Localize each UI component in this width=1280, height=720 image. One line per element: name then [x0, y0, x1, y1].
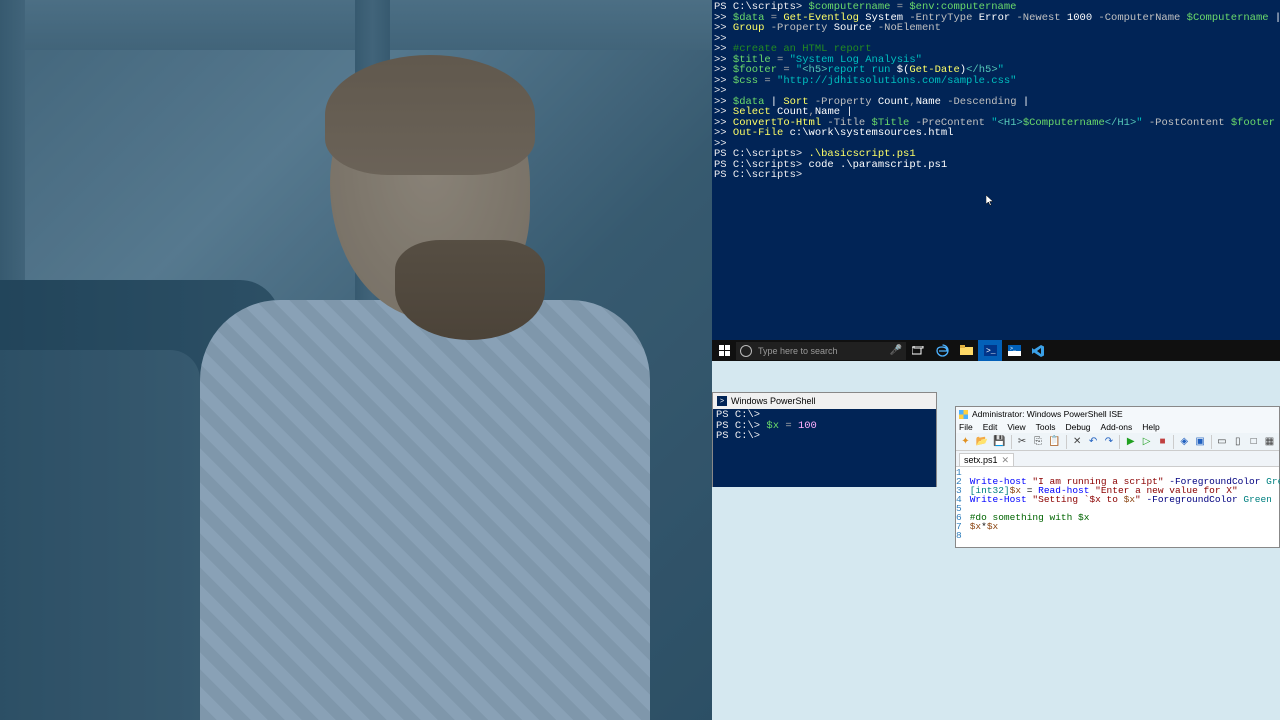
- new-icon[interactable]: ✦: [959, 434, 972, 449]
- ise-icon[interactable]: >_: [1002, 340, 1026, 361]
- editor-tab[interactable]: setx.ps1 ✕: [959, 453, 1014, 466]
- remote-icon[interactable]: ◈: [1178, 434, 1191, 449]
- window-title: Windows PowerShell: [731, 396, 816, 406]
- mic-icon[interactable]: 🎤: [890, 345, 902, 357]
- powershell-body[interactable]: PS C:\> PS C:\> $x = 100PS C:\>: [713, 409, 936, 487]
- code-area[interactable]: Write-host "I am running a script" -Fore…: [966, 467, 1280, 547]
- line-gutter: 12345678: [956, 467, 966, 547]
- run-selection-icon[interactable]: ▷: [1140, 434, 1153, 449]
- window-title: Administrator: Windows PowerShell ISE: [972, 409, 1123, 419]
- clear-icon[interactable]: ✕: [1071, 434, 1084, 449]
- svg-text:>_: >_: [1010, 346, 1017, 352]
- powershell-icon: >: [717, 396, 727, 406]
- copy-icon[interactable]: ⎘: [1032, 434, 1045, 449]
- toolbar: ✦ 📂 💾 ✂ ⎘ 📋 ✕ ↶ ↷ ▶ ▷ ■ ◈ ▣ ▭ ▯ □ ▦: [956, 433, 1279, 451]
- undo-icon[interactable]: ↶: [1087, 434, 1100, 449]
- open-icon[interactable]: 📂: [975, 434, 989, 449]
- tab-label: setx.ps1: [964, 455, 998, 465]
- stop-icon[interactable]: ■: [1156, 434, 1169, 449]
- editor-tabs: setx.ps1 ✕: [956, 451, 1279, 467]
- file-explorer-icon[interactable]: [954, 340, 978, 361]
- layout2-icon[interactable]: ▯: [1231, 434, 1244, 449]
- powershell-icon[interactable]: >_: [978, 340, 1002, 361]
- vscode-icon[interactable]: [1026, 340, 1050, 361]
- taskbar-search[interactable]: Type here to search 🎤: [736, 342, 906, 360]
- presenter-photo: [0, 0, 712, 720]
- search-icon: [740, 345, 752, 357]
- window-titlebar[interactable]: Administrator: Windows PowerShell ISE: [956, 407, 1279, 421]
- layout-icon[interactable]: ▭: [1215, 434, 1228, 449]
- powershell-console[interactable]: PS C:\scripts> $computername = $env:comp…: [712, 0, 1280, 340]
- close-icon[interactable]: ✕: [1002, 455, 1010, 466]
- editor[interactable]: 12345678 Write-host "I am running a scri…: [956, 467, 1279, 547]
- taskbar: Type here to search 🎤 >_ >_: [712, 340, 1280, 361]
- menu-item[interactable]: Add-ons: [1101, 422, 1133, 432]
- menu-item[interactable]: Debug: [1065, 422, 1090, 432]
- ise-window[interactable]: Administrator: Windows PowerShell ISE Fi…: [955, 406, 1280, 548]
- menu-item[interactable]: Edit: [983, 422, 998, 432]
- menu-bar[interactable]: File Edit View Tools Debug Add-ons Help: [956, 421, 1279, 433]
- run-icon[interactable]: ▶: [1124, 434, 1137, 449]
- shell-icon[interactable]: ▣: [1194, 434, 1207, 449]
- redo-icon[interactable]: ↷: [1103, 434, 1116, 449]
- menu-item[interactable]: File: [959, 422, 973, 432]
- task-view-icon[interactable]: [906, 340, 930, 361]
- shield-icon: [959, 410, 968, 419]
- window-titlebar[interactable]: > Windows PowerShell: [713, 393, 936, 409]
- edge-icon[interactable]: [930, 340, 954, 361]
- cmd-pane-icon[interactable]: ▦: [1263, 434, 1276, 449]
- menu-item[interactable]: View: [1007, 422, 1025, 432]
- save-icon[interactable]: 💾: [992, 434, 1006, 449]
- search-placeholder: Type here to search: [758, 346, 838, 356]
- cut-icon[interactable]: ✂: [1016, 434, 1029, 449]
- layout3-icon[interactable]: □: [1247, 434, 1260, 449]
- start-button[interactable]: [712, 340, 736, 361]
- menu-item[interactable]: Tools: [1036, 422, 1056, 432]
- powershell-window-small[interactable]: > Windows PowerShell PS C:\> PS C:\> $x …: [712, 392, 937, 487]
- menu-item[interactable]: Help: [1142, 422, 1159, 432]
- paste-icon[interactable]: 📋: [1047, 434, 1061, 449]
- svg-text:>_: >_: [986, 347, 996, 356]
